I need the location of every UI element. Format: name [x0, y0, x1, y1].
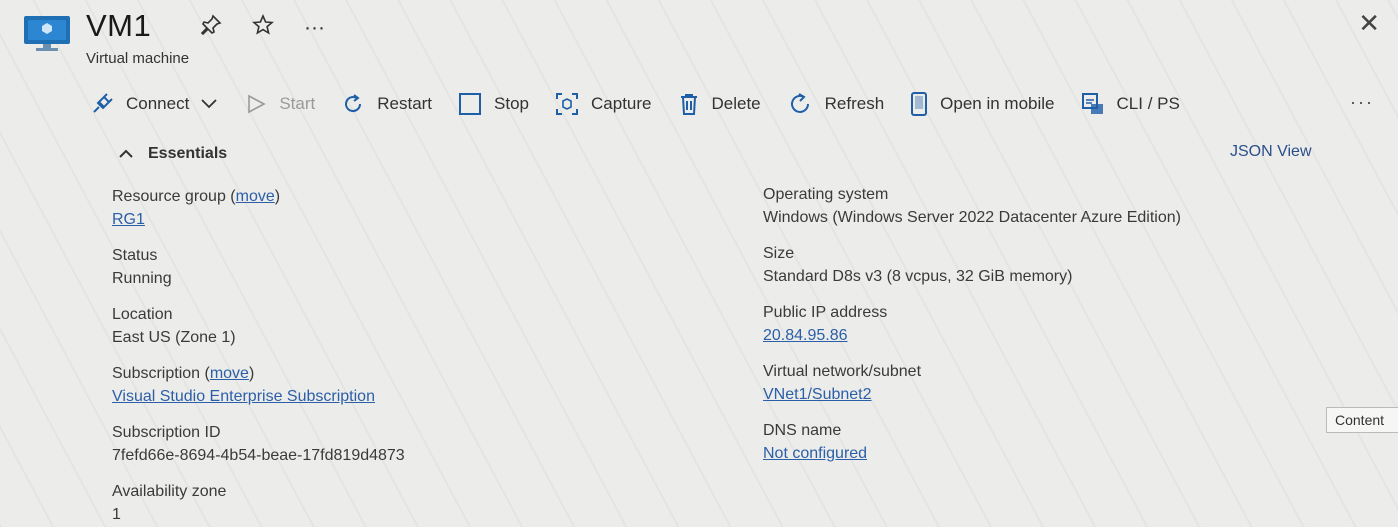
availability-zone-property: Availability zone 1	[112, 481, 405, 527]
subscription-id-label: Subscription ID	[112, 424, 221, 441]
close-icon[interactable]: ✕	[1358, 8, 1380, 39]
chevron-up-icon	[119, 149, 133, 158]
mobile-phone-icon	[911, 92, 928, 116]
status-value: Running	[112, 270, 172, 287]
virtual-network-value-link[interactable]: VNet1/Subnet2	[763, 383, 1181, 407]
dns-name-label: DNS name	[763, 422, 842, 439]
location-label: Location	[112, 306, 173, 323]
operating-system-value: Windows (Windows Server 2022 Datacenter …	[763, 209, 1181, 226]
virtual-network-label: Virtual network/subnet	[763, 363, 922, 380]
favorite-star-icon[interactable]	[252, 13, 274, 42]
stop-label: Stop	[494, 94, 530, 113]
location-property: Location East US (Zone 1)	[112, 304, 405, 363]
subscription-move-link[interactable]: move	[210, 365, 249, 382]
subscription-property: Subscription (move) Visual Studio Enterp…	[112, 363, 405, 422]
public-ip-label: Public IP address	[763, 304, 888, 321]
refresh-button[interactable]: Refresh	[787, 91, 885, 117]
location-value: East US (Zone 1)	[112, 329, 236, 346]
subscription-label: Subscription (move)	[112, 365, 255, 382]
refresh-icon	[790, 93, 809, 113]
essentials-left-column: Resource group (move) RG1 Status Running…	[112, 186, 405, 527]
dns-name-value-link[interactable]: Not configured	[763, 442, 1181, 466]
virtual-machine-icon	[22, 14, 72, 54]
delete-label: Delete	[711, 94, 761, 113]
essentials-right-column: Operating system Windows (Windows Server…	[763, 184, 1181, 479]
operating-system-property: Operating system Windows (Windows Server…	[763, 184, 1181, 243]
open-in-mobile-label: Open in mobile	[940, 94, 1055, 113]
play-icon	[248, 94, 267, 114]
resource-group-value-link[interactable]: RG1	[112, 208, 405, 232]
start-label: Start	[279, 94, 316, 113]
dns-name-property: DNS name Not configured	[763, 420, 1181, 479]
connect-button[interactable]: Connect	[90, 92, 219, 116]
essentials-toggle[interactable]: Essentials	[118, 145, 227, 163]
toolbar-more-button[interactable]: ···	[1350, 92, 1374, 113]
public-ip-value-link[interactable]: 20.84.95.86	[763, 324, 1181, 348]
virtual-network-property: Virtual network/subnet VNet1/Subnet2	[763, 361, 1181, 420]
stop-button[interactable]: Stop	[458, 92, 529, 116]
json-view-link[interactable]: JSON View	[1230, 143, 1312, 161]
restart-icon	[345, 94, 362, 113]
availability-zone-value: 1	[112, 506, 121, 523]
stop-icon	[459, 93, 482, 115]
capture-label: Capture	[591, 94, 652, 113]
refresh-label: Refresh	[824, 94, 885, 113]
plug-icon	[93, 93, 113, 113]
chevron-down-icon	[201, 99, 217, 109]
content-side-tab[interactable]: Content	[1326, 407, 1398, 433]
subscription-value-link[interactable]: Visual Studio Enterprise Subscription	[112, 385, 405, 409]
size-property: Size Standard D8s v3 (8 vcpus, 32 GiB me…	[763, 243, 1181, 302]
capture-button[interactable]: Capture	[555, 92, 652, 116]
size-value: Standard D8s v3 (8 vcpus, 32 GiB memory)	[763, 268, 1073, 285]
operating-system-label: Operating system	[763, 186, 889, 203]
essentials-label: Essentials	[148, 145, 228, 162]
subscription-id-value: 7fefd66e-8694-4b54-beae-17fd819d4873	[112, 447, 405, 464]
status-property: Status Running	[112, 245, 405, 304]
open-in-mobile-button[interactable]: Open in mobile	[910, 92, 1055, 116]
start-button[interactable]: Start	[245, 93, 315, 115]
availability-zone-label: Availability zone	[112, 483, 227, 500]
restart-label: Restart	[377, 94, 433, 113]
page-subtitle: Virtual machine	[86, 50, 190, 67]
delete-button[interactable]: Delete	[678, 92, 761, 116]
restart-button[interactable]: Restart	[341, 92, 432, 116]
trash-icon	[680, 94, 697, 115]
command-bar: Connect Start Restart Stop Capture Delet…	[90, 90, 1206, 118]
page-title: VM1	[86, 8, 152, 43]
pin-icon[interactable]	[200, 14, 222, 42]
public-ip-property: Public IP address 20.84.95.86	[763, 302, 1181, 361]
connect-label: Connect	[126, 94, 190, 113]
capture-icon	[556, 93, 579, 115]
size-label: Size	[763, 245, 795, 262]
resource-group-label: Resource group (move)	[112, 188, 281, 205]
cli-ps-button[interactable]: CLI / PS	[1081, 92, 1180, 116]
cli-ps-label: CLI / PS	[1116, 94, 1180, 113]
resource-group-property: Resource group (move) RG1	[112, 186, 405, 245]
header-more-button[interactable]: ···	[304, 16, 325, 40]
subscription-id-property: Subscription ID 7fefd66e-8694-4b54-beae-…	[112, 422, 405, 481]
status-label: Status	[112, 247, 158, 264]
cli-ps-icon	[1081, 93, 1103, 114]
resource-group-move-link[interactable]: move	[236, 188, 275, 205]
